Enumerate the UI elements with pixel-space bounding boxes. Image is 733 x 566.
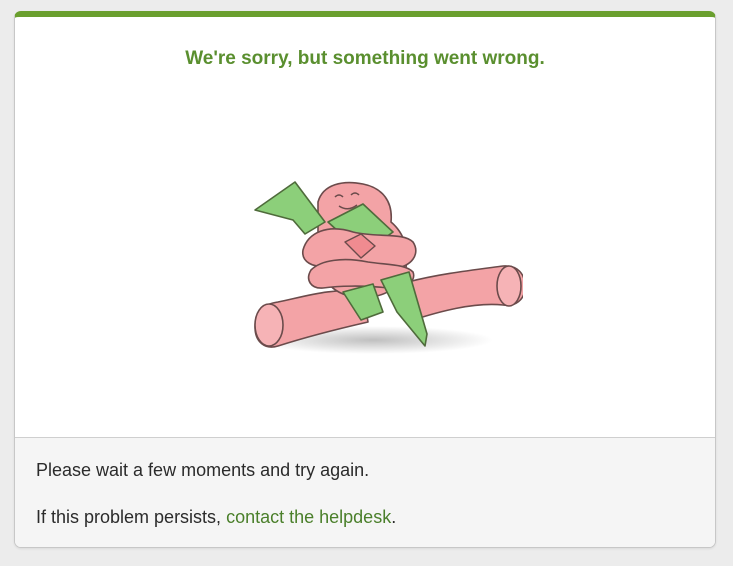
persist-message-prefix: If this problem persists,	[36, 507, 227, 527]
wait-message: Please wait a few moments and try again.	[36, 460, 370, 480]
contact-helpdesk-link[interactable]: contact the helpdesk	[226, 507, 391, 527]
error-card: We're sorry, but something went wrong. P…	[14, 11, 716, 548]
persist-message-suffix: .	[391, 507, 397, 527]
error-message-panel: Please wait a few moments and try again.…	[15, 437, 715, 547]
persist-message: If this problem persists, contact the he…	[36, 506, 396, 528]
error-header: We're sorry, but something went wrong.	[15, 17, 715, 437]
error-title: We're sorry, but something went wrong.	[185, 48, 545, 69]
pink-creature-hugging-green-ribbon-icon	[253, 181, 523, 354]
